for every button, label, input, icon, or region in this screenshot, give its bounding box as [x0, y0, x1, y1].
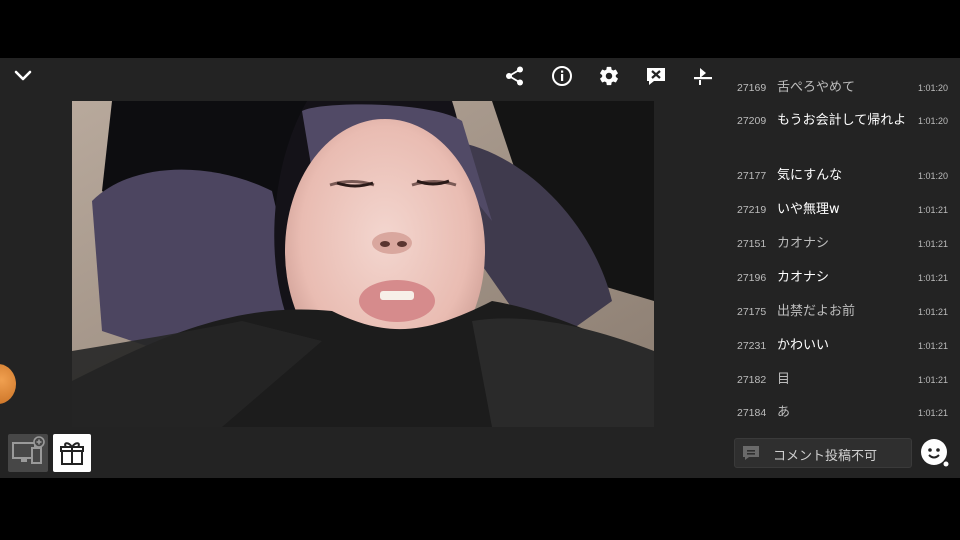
comment-row[interactable]: 27169 舌ぺろやめて 1:01:20 [722, 79, 960, 97]
gift-button[interactable] [53, 434, 91, 472]
settings-button[interactable] [594, 61, 624, 91]
player-bottom-bar [0, 430, 722, 478]
comment-number: 27177 [737, 170, 767, 182]
comment-row[interactable]: 27184 あ 1:01:21 [722, 404, 960, 422]
comment-time: 1:01:21 [917, 205, 948, 215]
comment-row[interactable]: 27151 カオナシ 1:01:21 [722, 235, 960, 253]
chevron-down-icon [14, 70, 32, 81]
player-toolbar [0, 58, 722, 98]
comment-number: 27151 [737, 238, 767, 250]
comment-text: かわいい [777, 338, 830, 353]
comment-input[interactable]: コメント投稿不可 [734, 438, 912, 468]
gear-icon [600, 66, 618, 86]
comment-text: 気にすんな [777, 168, 843, 183]
gift-icon [60, 442, 84, 465]
video-player [0, 58, 722, 478]
comment-text: もうお会計して帰れよ [777, 113, 907, 128]
app-window: 27169 舌ぺろやめて 1:01:20 27209 もうお会計して帰れよ 1:01:20… [0, 58, 960, 478]
comment-row[interactable]: 27196 カオナシ 1:01:21 [722, 269, 960, 287]
comment-row[interactable]: 27175 出禁だよお前 1:01:21 [722, 303, 960, 321]
comment-text: カオナシ [777, 236, 830, 251]
comment-toggle-button[interactable] [641, 61, 671, 91]
comment-panel: 27169 舌ぺろやめて 1:01:20 27209 もうお会計して帰れよ 1:01:20… [722, 58, 960, 478]
comment-text: いや無理w [777, 202, 840, 217]
comment-time: 1:01:20 [917, 83, 948, 93]
comment-number: 27184 [737, 407, 767, 419]
comment-number: 27182 [737, 374, 767, 386]
comment-number: 27219 [737, 204, 767, 216]
comment-row[interactable]: 27177 気にすんな 1:01:20 [722, 167, 960, 185]
comment-time: 1:01:21 [917, 375, 948, 385]
info-button[interactable] [547, 61, 577, 91]
comment-number: 27169 [737, 82, 767, 94]
comment-icon [743, 446, 759, 460]
comment-text: 舌ぺろやめて [777, 80, 856, 95]
comment-list[interactable]: 27169 舌ぺろやめて 1:01:20 27209 もうお会計して帰れよ 1:01:20… [722, 58, 960, 426]
comment-text: 目 [777, 372, 791, 387]
collapse-button[interactable] [8, 61, 38, 91]
comment-row[interactable]: 27209 もうお会計して帰れよ 1:01:20 [722, 112, 960, 148]
screen-link-icon [12, 436, 45, 464]
emoji-button[interactable] [920, 438, 950, 468]
video-content [72, 101, 654, 427]
info-icon [552, 66, 572, 86]
comment-text: あ [777, 405, 791, 420]
screen-link-button[interactable] [8, 434, 48, 472]
comment-time: 1:01:21 [917, 408, 948, 418]
comment-number: 27175 [737, 306, 767, 318]
share-button[interactable] [500, 61, 530, 91]
comment-input-placeholder: コメント投稿不可 [773, 449, 878, 464]
comment-row[interactable]: 27219 いや無理w 1:01:21 [722, 201, 960, 219]
comment-text: 出禁だよお前 [777, 304, 856, 319]
comment-number: 27209 [737, 115, 767, 127]
comment-off-icon [647, 68, 665, 85]
comment-time: 1:01:21 [917, 341, 948, 351]
comment-row[interactable]: 27231 かわいい 1:01:21 [722, 337, 960, 355]
comment-number: 27196 [737, 272, 767, 284]
comment-number: 27231 [737, 340, 767, 352]
comment-time: 1:01:20 [917, 171, 948, 181]
comment-time: 1:01:21 [917, 273, 948, 283]
orange-floating-dot[interactable] [0, 364, 16, 404]
layout-toggle-icon [694, 68, 712, 85]
comment-text: カオナシ [777, 270, 830, 285]
comment-input-row: コメント投稿不可 [722, 432, 960, 478]
video-frame[interactable] [72, 101, 654, 427]
comment-time: 1:01:20 [917, 116, 948, 126]
emoji-icon [921, 439, 949, 467]
comment-time: 1:01:21 [917, 307, 948, 317]
comment-time: 1:01:21 [917, 239, 948, 249]
layout-button[interactable] [688, 61, 718, 91]
comment-row[interactable]: 27182 目 1:01:21 [722, 371, 960, 389]
share-icon [506, 66, 523, 86]
